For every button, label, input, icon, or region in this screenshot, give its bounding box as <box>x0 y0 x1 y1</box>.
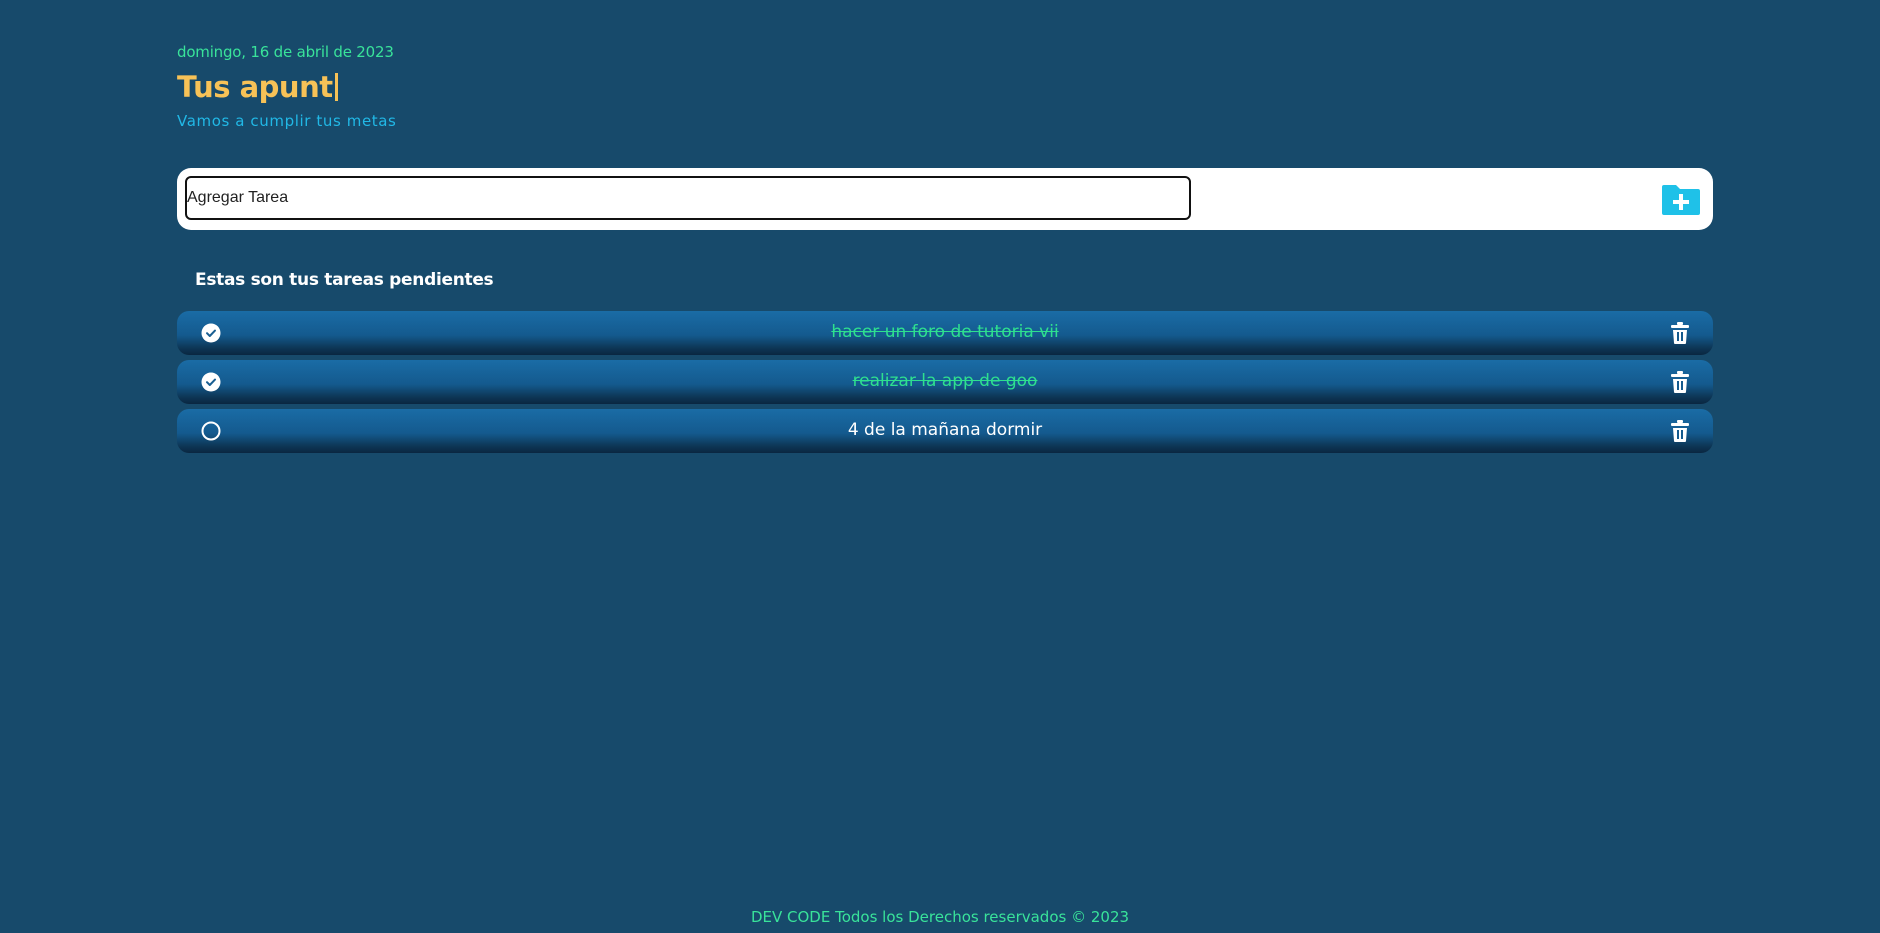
task-text: 4 de la mañana dormir <box>847 420 1043 440</box>
trash-icon[interactable] <box>1671 371 1689 393</box>
page-subtitle: Vamos a cumplir tus metas <box>177 112 397 130</box>
app-page: domingo, 16 de abril de 2023 Tus apunt V… <box>0 0 1880 933</box>
task-item: hacer un foro de tutoria vii <box>177 311 1713 355</box>
typing-cursor <box>334 73 338 101</box>
task-text: hacer un foro de tutoria vii <box>831 322 1059 342</box>
task-list: hacer un foro de tutoria vii realizar la… <box>177 311 1713 458</box>
trash-icon[interactable] <box>1671 420 1689 442</box>
task-text: realizar la app de goo <box>852 371 1038 391</box>
pending-tasks-heading: Estas son tus tareas pendientes <box>195 270 494 290</box>
page-title-text: Tus apunt <box>177 70 333 104</box>
footer-copyright: DEV CODE Todos los Derechos reservados ©… <box>750 908 1130 926</box>
add-task-panel <box>177 168 1713 230</box>
trash-icon[interactable] <box>1671 322 1689 344</box>
task-item: 4 de la mañana dormir <box>177 409 1713 453</box>
add-task-input[interactable] <box>185 176 1191 220</box>
current-date: domingo, 16 de abril de 2023 <box>177 43 394 61</box>
folder-plus-icon[interactable] <box>1661 182 1701 216</box>
page-title: Tus apunt <box>177 70 338 104</box>
task-item: realizar la app de goo <box>177 360 1713 404</box>
